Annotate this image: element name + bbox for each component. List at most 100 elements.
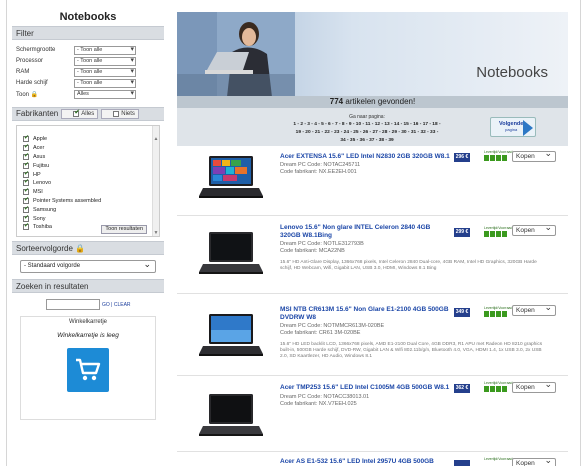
- search-go-clear-link[interactable]: GO | CLEAR: [102, 302, 131, 308]
- banner: Notebooks: [177, 12, 568, 97]
- checkbox-icon[interactable]: [23, 222, 29, 231]
- next-page-button[interactable]: Volgende pagina: [490, 117, 536, 137]
- search-input[interactable]: [46, 299, 100, 310]
- woman-with-laptop-illustration: [177, 12, 295, 97]
- banner-photo: [177, 12, 295, 97]
- checkbox-icon[interactable]: [23, 170, 29, 178]
- cart-box: Winkelkarretje Winkelkarretje is leeg: [20, 316, 156, 420]
- filter-toon: Toon 🔒 Alles: [16, 89, 164, 99]
- checkbox-icon[interactable]: [23, 187, 29, 196]
- arrow-right-icon: [523, 120, 533, 136]
- filter-label: Toon 🔒: [16, 91, 39, 98]
- sidebar-title: Notebooks: [59, 11, 117, 23]
- chevron-down-icon[interactable]: ▼: [153, 230, 159, 236]
- result-count: 774: [329, 97, 344, 106]
- sort-header: Sorteervolgorde 🔒: [12, 241, 164, 255]
- checkbox-icon[interactable]: [23, 178, 29, 187]
- product-code: Dream PC Code: NOTMMCR613M-020BE: [280, 323, 385, 329]
- product-code: Dream PC Code: NOTAC245711: [280, 162, 361, 168]
- checkbox-icon[interactable]: [23, 134, 29, 143]
- checkbox-icon[interactable]: [23, 205, 29, 213]
- ram-select[interactable]: - Toon alle: [74, 67, 136, 77]
- product-title-link[interactable]: Lenovo 15.6" Non glare INTEL Celeron 284…: [280, 224, 450, 239]
- price-badge: 296 €: [454, 153, 470, 162]
- brand-item[interactable]: HP: [17, 170, 159, 179]
- product-title-link[interactable]: Acer TMP253 15.6" LED Intel C1005M 4GB 5…: [280, 384, 450, 392]
- checkbox-icon[interactable]: [23, 214, 29, 222]
- lock-icon: 🔒: [75, 244, 86, 253]
- brand-item[interactable]: Fujitsu: [17, 161, 159, 170]
- brand-item[interactable]: MSI: [17, 187, 159, 197]
- laptop-image[interactable]: [199, 230, 263, 276]
- toon-select[interactable]: Alles: [74, 89, 136, 99]
- brand-item[interactable]: Samsung: [17, 205, 159, 214]
- checkbox-icon[interactable]: [23, 152, 29, 160]
- select-none-button[interactable]: Niets: [101, 109, 139, 119]
- buy-select[interactable]: Kopen: [512, 223, 556, 236]
- brand-item[interactable]: Acer: [17, 143, 159, 153]
- brand-item[interactable]: Apple: [17, 134, 159, 144]
- cart-empty-text: Winkelkarretje is leeg: [57, 332, 119, 339]
- product-title-link[interactable]: Acer AS E1-532 15.6" LED Intel 2957U 4GB…: [280, 458, 450, 466]
- product-title-link[interactable]: Acer EXTENSA 15.6" LED Intel N2830 2GB 3…: [280, 153, 450, 161]
- product-manufacturer-code: Code fabrikant: NX.V7EEH.025: [280, 401, 357, 407]
- price-badge: 349 €: [454, 308, 470, 317]
- laptop-image[interactable]: [199, 312, 263, 358]
- filter-label: Processor: [16, 58, 44, 64]
- stock-indicator: Levertijd/Voorraad: [484, 306, 512, 317]
- buy-select[interactable]: Kopen: [512, 303, 556, 316]
- laptop-image[interactable]: [199, 154, 263, 200]
- product-code: Dream PC Code: NOTACC38013.01: [280, 394, 370, 400]
- cart-button[interactable]: [67, 348, 109, 392]
- sort-select[interactable]: - Standaard volgorde: [20, 259, 156, 273]
- toon-resultaten-button[interactable]: Toon resultaten: [101, 225, 147, 234]
- filter-processor: Processor - Toon alle: [16, 56, 164, 66]
- checkbox-icon[interactable]: [23, 161, 29, 169]
- hdd-select[interactable]: - Toon alle: [74, 78, 136, 88]
- product-manufacturer-code: Code fabrikant: NX.EE2EH.001: [280, 169, 357, 175]
- result-count-text: artikelen gevonden!: [345, 97, 416, 106]
- buy-select[interactable]: Kopen: [512, 149, 556, 162]
- product-title-link[interactable]: MSI NTB CR613M 15.6" Non Glare E1-2100 4…: [280, 306, 450, 321]
- screen-size-select[interactable]: - Toon alle: [74, 45, 136, 55]
- stock-indicator: Levertijd/Voorraad: [484, 150, 512, 161]
- fabrikanten-header: Fabrikanten Alles Niets: [12, 107, 164, 121]
- brand-list: Apple Acer Asus Fujitsu HP Lenovo MSI Po…: [16, 125, 160, 237]
- filter-label: Schermgrootte: [16, 47, 56, 53]
- brand-scrollbar[interactable]: ▲ ▼: [152, 126, 159, 236]
- filter-label: RAM: [16, 69, 30, 75]
- product-row: Acer TMP253 15.6" LED Intel C1005M 4GB 5…: [177, 378, 568, 452]
- buy-select[interactable]: Kopen: [512, 456, 556, 466]
- brand-item[interactable]: Lenovo: [17, 178, 159, 188]
- product-code: Dream PC Code: NOTLE312793B: [280, 241, 364, 247]
- chevron-up-icon[interactable]: ▲: [153, 136, 159, 142]
- checkbox-icon[interactable]: [23, 143, 29, 152]
- product-manufacturer-code: Code fabrikant: MCA22NB: [280, 248, 345, 254]
- page-link-row[interactable]: 1 - 2 - 3 - 4 - 5 - 6 - 7 - 8 - 9 - 10 -…: [277, 121, 457, 129]
- goto-page-label: Ga naar pagina:: [349, 114, 385, 120]
- checkbox-icon: [73, 109, 80, 117]
- product-description: 15.6" HD LED backlit LCD, 1366x768 pixel…: [280, 342, 543, 359]
- brand-item[interactable]: Asus: [17, 152, 159, 162]
- laptop-image[interactable]: [199, 392, 263, 438]
- pagination: Ga naar pagina: 1 - 2 - 3 - 4 - 5 - 6 - …: [177, 108, 568, 146]
- checkbox-icon[interactable]: [23, 196, 29, 204]
- processor-select[interactable]: - Toon alle: [74, 56, 136, 66]
- page-link-row[interactable]: 19 - 20 - 21 - 22 - 23 - 24 - 25 - 26 - …: [277, 129, 457, 137]
- result-count-bar: 774 artikelen gevonden!: [177, 96, 568, 108]
- filter-header: Filter: [12, 26, 164, 40]
- price-badge: 362 €: [454, 384, 470, 393]
- cart-title: Winkelkarretje: [68, 319, 107, 325]
- brand-item[interactable]: Sony: [17, 214, 159, 223]
- product-row: Lenovo 15.6" Non glare INTEL Celeron 284…: [177, 218, 568, 294]
- search-row: GO | CLEAR: [46, 299, 164, 310]
- filter-hdd: Harde schijf - Toon alle: [16, 78, 164, 88]
- price-badge: [454, 460, 470, 466]
- select-all-button[interactable]: Alles: [61, 109, 99, 119]
- banner-title: Notebooks: [476, 64, 548, 81]
- brand-item[interactable]: Pointer Systems assembled: [17, 196, 159, 206]
- filter-ram: RAM - Toon alle: [16, 67, 164, 77]
- checkbox-icon: [113, 111, 120, 117]
- buy-select[interactable]: Kopen: [512, 380, 556, 393]
- page-link-row[interactable]: 34 - 35 - 36 - 37 - 38 - 39: [277, 137, 457, 145]
